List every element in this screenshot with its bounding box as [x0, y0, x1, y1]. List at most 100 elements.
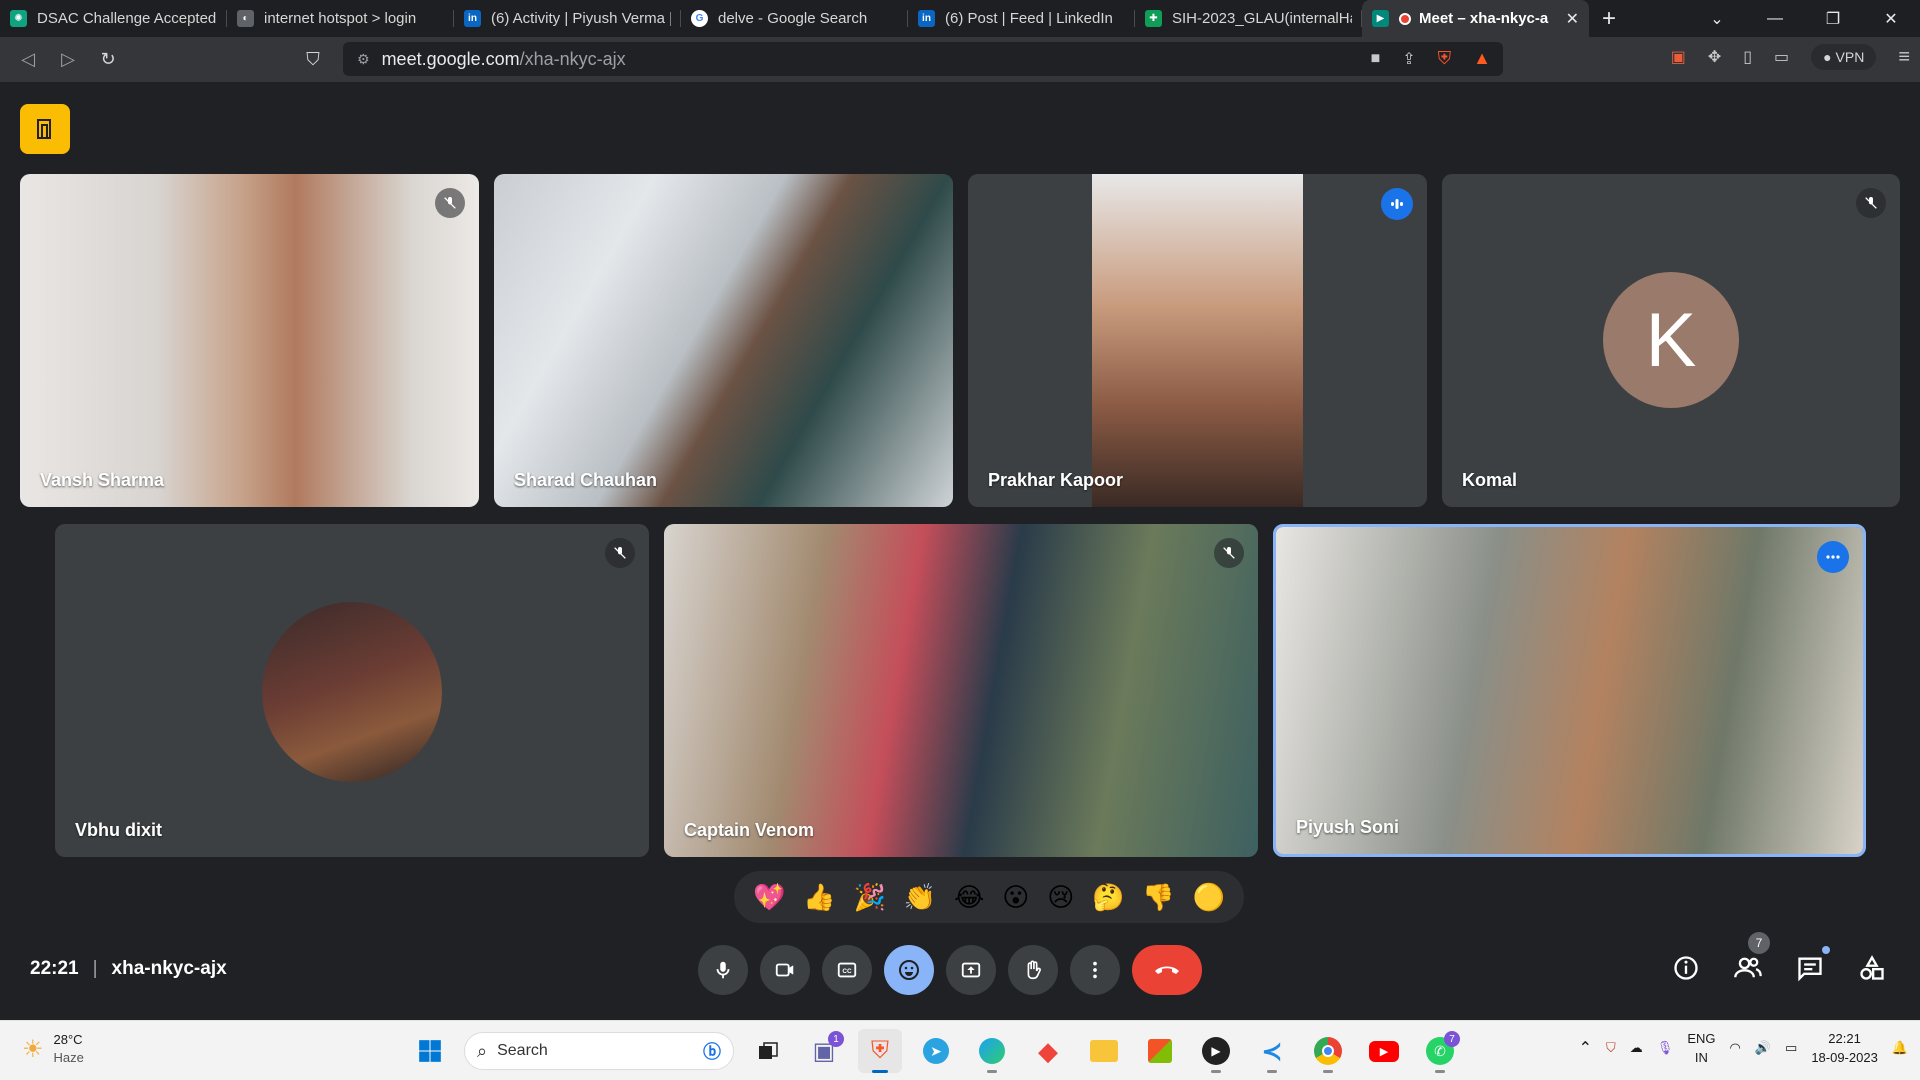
browser-tab[interactable]: G delve - Google Search [681, 0, 908, 37]
whatsapp-app[interactable]: ✆ 7 [1418, 1029, 1462, 1073]
bookmark-icon[interactable]: ⛉ [293, 49, 333, 70]
vscode-app[interactable]: ≺ [1250, 1029, 1294, 1073]
raise-hand-button[interactable] [1008, 945, 1058, 995]
camera-button[interactable] [760, 945, 810, 995]
meeting-details-button[interactable] [1668, 950, 1704, 986]
participant-tile[interactable]: Vbhu dixit [55, 524, 649, 857]
weather-widget[interactable]: ☀ 28°C Haze [22, 1031, 84, 1067]
brave-rewards-icon[interactable]: ▲ [1473, 48, 1491, 69]
browser-tab[interactable]: ◐ internet hotspot > login [227, 0, 454, 37]
activities-button[interactable] [1854, 950, 1890, 986]
brave-browser-app[interactable]: ⛨ [858, 1029, 902, 1073]
reaction-skin-tone[interactable]: 🟡 [1193, 884, 1225, 910]
sidebar-icon[interactable]: ▯ [1743, 47, 1752, 67]
reaction-thumbs-down[interactable]: 👎 [1142, 884, 1174, 910]
new-tab-button[interactable]: + [1589, 5, 1629, 33]
reaction-crying[interactable]: 😢 [1047, 884, 1074, 910]
notifications-icon[interactable]: 🔔 [1892, 1040, 1908, 1056]
more-options-icon[interactable] [1817, 541, 1849, 573]
chrome-app[interactable] [1306, 1029, 1350, 1073]
close-tab-icon[interactable]: ✕ [1566, 9, 1579, 29]
participant-tile[interactable]: Prakhar Kapoor [968, 174, 1427, 507]
companion-mode-button[interactable] [20, 104, 70, 154]
chevron-up-icon[interactable]: ⌃ [1579, 1038, 1592, 1058]
globe-icon: ◐ [237, 10, 254, 27]
participant-tile[interactable]: Captain Venom [664, 524, 1258, 857]
telegram-app[interactable]: ➤ [914, 1029, 958, 1073]
clock[interactable]: 22:21 18-09-2023 [1811, 1029, 1878, 1067]
captions-icon: CC [837, 962, 857, 978]
tab-search-icon[interactable]: ⌄ [1688, 9, 1746, 29]
extension-icon[interactable]: ▣ [1671, 47, 1686, 67]
camera-in-use-icon[interactable]: ■ [1371, 50, 1381, 68]
reaction-sparkling-heart[interactable]: 💖 [753, 884, 785, 910]
reaction-party-popper[interactable]: 🎉 [853, 884, 885, 910]
restore-icon[interactable]: ❐ [1804, 9, 1862, 29]
volume-icon[interactable]: 🔊 [1755, 1040, 1771, 1056]
anydesk-app[interactable]: ◆ [1026, 1029, 1070, 1073]
minimize-icon[interactable]: — [1746, 10, 1804, 28]
browser-tab[interactable]: in (6) Post | Feed | LinkedIn [908, 0, 1135, 37]
meet-stage: Vansh Sharma Sharad Chauhan Prakhar Kapo… [0, 82, 1920, 1020]
onedrive-icon[interactable]: ☁ [1630, 1040, 1643, 1056]
present-screen-button[interactable] [946, 945, 996, 995]
edge-app[interactable] [970, 1029, 1014, 1073]
captions-button[interactable]: CC [822, 945, 872, 995]
participant-tile[interactable]: K Komal [1442, 174, 1900, 507]
browser-tab[interactable]: in (6) Activity | Piyush Verma | [454, 0, 681, 37]
forward-icon[interactable]: ▷ [48, 49, 88, 70]
participant-name: Vbhu dixit [75, 820, 162, 840]
bing-icon[interactable]: ⓑ [703, 1038, 721, 1064]
task-view-button[interactable] [746, 1029, 790, 1073]
mic-off-icon [435, 188, 465, 218]
tab-title: (6) Post | Feed | LinkedIn [945, 10, 1113, 27]
reaction-surprised[interactable]: 😮 [1002, 884, 1029, 910]
close-window-icon[interactable]: ✕ [1862, 9, 1920, 29]
reaction-clapping[interactable]: 👏 [904, 884, 936, 910]
participant-tile[interactable]: Sharad Chauhan [494, 174, 953, 507]
wifi-icon[interactable]: ◠ [1729, 1040, 1740, 1056]
language-indicator[interactable]: ENG IN [1687, 1029, 1715, 1067]
puzzle-extensions-icon[interactable]: ✥ [1708, 47, 1721, 67]
participant-tile-self[interactable]: Piyush Soni [1273, 524, 1866, 857]
reaction-thumbs-up[interactable]: 👍 [803, 884, 835, 910]
leave-call-button[interactable] [1132, 945, 1202, 995]
menu-icon[interactable]: ≡ [1898, 46, 1910, 69]
reload-icon[interactable]: ↻ [88, 49, 128, 70]
share-icon[interactable]: ⇪ [1402, 49, 1415, 69]
site-info-icon[interactable]: ⚙ [357, 51, 370, 68]
microphone-in-use-icon[interactable]: 🎙 [1657, 1040, 1674, 1056]
brave-shields-icon[interactable]: ⛨ [1438, 48, 1452, 69]
microsoft-store-app[interactable] [1138, 1029, 1182, 1073]
taskbar-search[interactable]: ⌕ Search ⓑ [464, 1032, 734, 1070]
wallet-icon[interactable]: ▭ [1774, 47, 1789, 67]
people-button[interactable]: 7 [1730, 932, 1770, 986]
microphone-button[interactable] [698, 945, 748, 995]
participant-tile[interactable]: Vansh Sharma [20, 174, 479, 507]
unread-dot [1822, 946, 1830, 954]
reactions-button[interactable] [884, 945, 934, 995]
start-button[interactable] [408, 1029, 452, 1073]
browser-tab-active[interactable]: ▶ Meet – xha-nkyc-a ✕ [1362, 0, 1589, 37]
more-options-button[interactable] [1070, 945, 1120, 995]
participant-video [494, 174, 953, 507]
reaction-laughing[interactable]: 😂 [954, 884, 984, 910]
youtube-app[interactable]: ▶ [1362, 1029, 1406, 1073]
reaction-thinking[interactable]: 🤔 [1092, 884, 1124, 910]
vpn-button[interactable]: ● VPN [1811, 44, 1877, 70]
chat-button[interactable] [1792, 946, 1830, 986]
google-icon: G [691, 10, 708, 27]
antivirus-icon[interactable]: ⛉ [1606, 1040, 1616, 1056]
browser-tab[interactable]: ✚ SIH-2023_GLAU(internalHa [1135, 0, 1362, 37]
file-explorer-app[interactable] [1082, 1029, 1126, 1073]
battery-icon[interactable]: ▭ [1785, 1040, 1797, 1056]
teams-app[interactable]: ▣ 1 [802, 1029, 846, 1073]
windows-logo-icon [419, 1040, 441, 1062]
tab-title: SIH-2023_GLAU(internalHa [1172, 10, 1352, 27]
media-player-app[interactable]: ▶ [1194, 1029, 1238, 1073]
address-bar[interactable]: ⚙ meet.google.com/xha-nkyc-ajx ■ ⇪ ⛨ ▲ [343, 42, 1503, 76]
call-controls: CC [698, 945, 1202, 995]
browser-tab[interactable]: ✺ DSAC Challenge Accepted! [0, 0, 227, 37]
haze-weather-icon: ☀ [22, 1035, 44, 1063]
back-icon[interactable]: ◁ [8, 49, 48, 70]
